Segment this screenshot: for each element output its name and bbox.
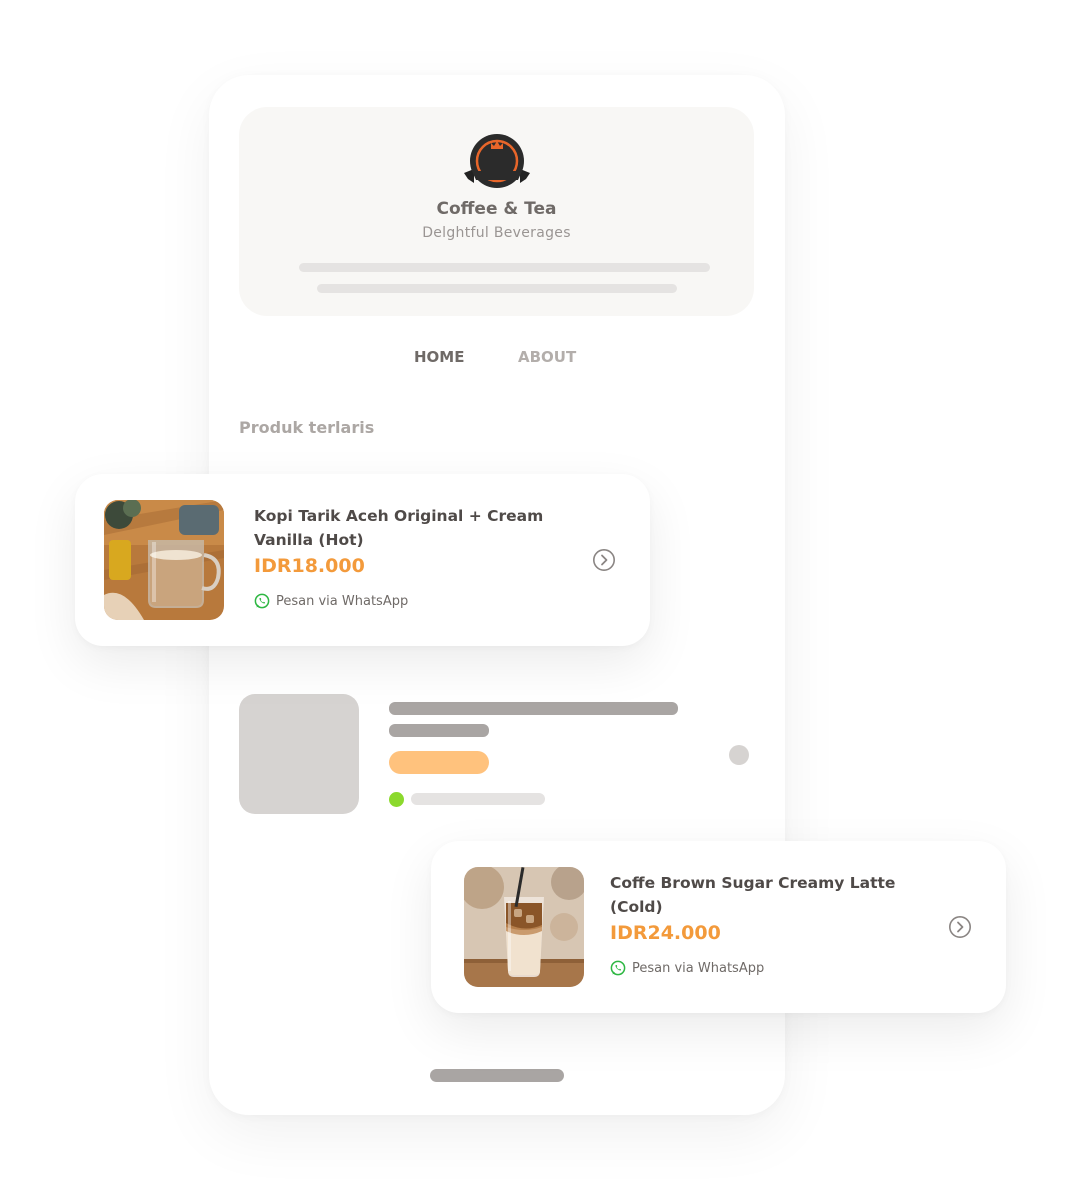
skeleton-chevron	[729, 745, 749, 765]
product-price: IDR24.000	[610, 922, 721, 944]
product-image	[464, 867, 584, 987]
skeleton-line	[389, 724, 489, 737]
skeleton-line	[317, 284, 677, 293]
tab-about[interactable]: ABOUT	[518, 348, 576, 366]
product-name: Kopi Tarik Aceh Original + Cream Vanilla…	[254, 507, 544, 549]
section-title: Produk terlaris	[239, 418, 375, 437]
skeleton-line	[411, 793, 545, 805]
skeleton-price	[389, 751, 489, 774]
product-card[interactable]: Coffe Brown Sugar Creamy Latte (Cold) ID…	[431, 841, 1006, 1013]
crown-badge-icon	[464, 134, 530, 188]
whatsapp-order-link[interactable]: Pesan via WhatsApp	[610, 960, 764, 976]
home-indicator	[430, 1069, 564, 1082]
whatsapp-order-label: Pesan via WhatsApp	[632, 960, 765, 976]
product-image	[104, 500, 224, 620]
skeleton-thumbnail	[239, 694, 359, 814]
whatsapp-order-label: Pesan via WhatsApp	[276, 593, 409, 609]
product-name: Coffe Brown Sugar Creamy Latte (Cold)	[610, 874, 896, 916]
skeleton-line	[299, 263, 710, 272]
whatsapp-icon	[610, 960, 626, 976]
chevron-right-icon[interactable]	[948, 915, 972, 939]
online-dot	[389, 792, 404, 807]
whatsapp-order-link[interactable]: Pesan via WhatsApp	[254, 593, 408, 609]
skeleton-line	[389, 702, 678, 715]
store-tagline: Delghtful Beverages	[422, 225, 571, 241]
product-price: IDR18.000	[254, 555, 365, 577]
product-card[interactable]: Kopi Tarik Aceh Original + Cream Vanilla…	[75, 474, 650, 646]
tab-home[interactable]: HOME	[414, 348, 464, 366]
chevron-right-icon[interactable]	[592, 548, 616, 572]
store-name: Coffee & Tea	[436, 199, 557, 219]
whatsapp-icon	[254, 593, 270, 609]
